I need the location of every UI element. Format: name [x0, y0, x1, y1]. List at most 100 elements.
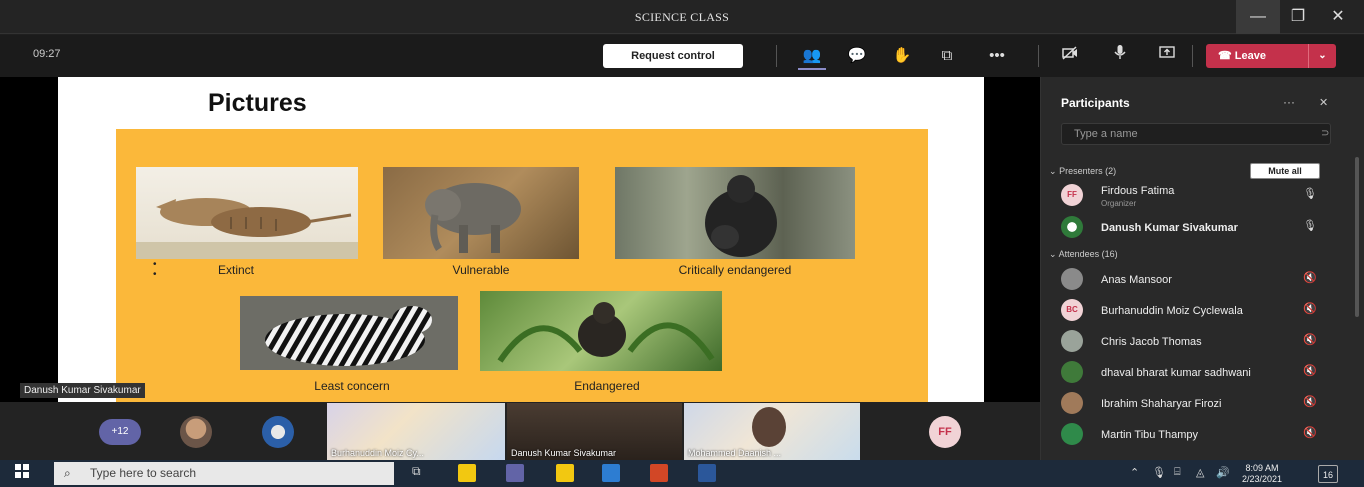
participant-row[interactable]: BC Burhanuddin Moiz Cyclewala 🔇 [1041, 296, 1341, 326]
presentation-slide: Pictures • • Extinct Vulnerable Critical… [58, 77, 984, 402]
caption-critically-endangered: Critically endangered [678, 263, 792, 277]
leave-label: ☎ Leave [1218, 50, 1266, 62]
endangered-animal-image [480, 291, 722, 371]
microphone-icon[interactable] [1106, 42, 1134, 70]
windows-start-icon[interactable] [12, 464, 32, 484]
panel-close-icon[interactable]: ✕ [1319, 96, 1328, 109]
slide-bullet: • [153, 269, 157, 280]
participant-initials-avatar[interactable]: FF [929, 416, 961, 448]
toolbar-divider [1192, 45, 1193, 67]
participant-avatar: BC [1061, 299, 1083, 321]
phone-hangup-icon: ☎ [1218, 50, 1232, 62]
mic-off-icon: 🔇 [1303, 427, 1317, 439]
more-actions-icon[interactable]: ••• [983, 42, 1011, 70]
participant-avatar[interactable] [180, 416, 212, 448]
microphone-icon: 🎙 [1303, 188, 1317, 200]
microphone-icon: 🎙 [1303, 220, 1317, 232]
attendees-section-header[interactable]: ⌄ Attendees (16) [1049, 249, 1118, 260]
participant-row[interactable]: Martin Tibu Thampy 🔇 [1041, 420, 1341, 450]
participant-name: dhaval bharat kumar sadhwani [1101, 367, 1251, 379]
participant-video-tile[interactable]: Mohammed Daanish ... [684, 403, 860, 460]
minimize-button[interactable]: — [1236, 0, 1280, 34]
chevron-down-icon: ⌄ [1049, 249, 1057, 259]
participant-role: Organizer [1101, 199, 1137, 208]
toolbar-divider [776, 45, 777, 67]
vulnerable-animal-image [383, 167, 579, 259]
participants-scrollbar[interactable] [1355, 157, 1359, 317]
panel-more-icon[interactable]: ··· [1283, 95, 1295, 109]
breakout-rooms-icon[interactable]: ⧉ [933, 42, 961, 70]
mic-off-icon: 🔇 [1303, 303, 1317, 315]
more-participants-badge[interactable]: +12 [99, 419, 141, 445]
share-screen-icon[interactable] [1153, 42, 1181, 70]
mute-all-button[interactable]: Mute all [1250, 163, 1320, 179]
request-control-button[interactable]: Request control [603, 44, 743, 68]
powerpoint-app-icon[interactable] [650, 464, 668, 482]
participant-row[interactable]: dhaval bharat kumar sadhwani 🔇 [1041, 358, 1341, 388]
participant-avatar: FF [1061, 184, 1083, 206]
clock-time: 8:09 AM [1245, 463, 1279, 473]
chat-icon[interactable]: 💬 [843, 42, 871, 70]
participant-row[interactable]: Chris Jacob Thomas 🔇 [1041, 327, 1341, 357]
close-window-button[interactable]: ✕ [1316, 0, 1360, 34]
notification-center-icon[interactable]: 16 [1318, 465, 1338, 483]
file-explorer-icon[interactable] [458, 464, 476, 482]
participant-video-tile[interactable]: Burhanuddin Moiz Cy... [327, 403, 505, 460]
participant-avatar [1061, 361, 1083, 383]
participant-video-tile[interactable]: Danush Kumar Sivakumar [507, 403, 682, 460]
participant-tile-name: Mohammed Daanish ... [688, 448, 782, 458]
mic-off-icon: 🔇 [1303, 272, 1317, 284]
leave-button[interactable]: ☎ Leave ⌄ [1206, 44, 1336, 68]
caption-least-concern: Least concern [314, 379, 390, 393]
participants-panel: Participants ··· ✕ Type a name ⊃ ⌄ Prese… [1040, 77, 1364, 460]
network-icon[interactable]: ⌸ [1174, 466, 1181, 479]
participants-panel-title: Participants [1061, 96, 1130, 110]
mic-off-icon: 🔇 [1303, 334, 1317, 346]
critically-endangered-animal-image [615, 167, 855, 259]
extinct-animal-image [136, 167, 358, 259]
volume-icon[interactable]: 🔊 [1216, 466, 1230, 479]
clock-date: 2/23/2021 [1242, 474, 1283, 484]
taskbar-search-input[interactable]: ⌕ Type here to search [54, 462, 394, 485]
raise-hand-icon[interactable]: ✋ [888, 42, 916, 70]
participant-video-face [752, 407, 786, 447]
maximize-button[interactable]: ❐ [1276, 0, 1320, 34]
participant-name: Danush Kumar Sivakumar [1101, 222, 1238, 234]
camera-off-icon[interactable] [1056, 42, 1084, 70]
participant-search-input[interactable]: Type a name [1061, 123, 1331, 145]
participant-name: Burhanuddin Moiz Cyclewala [1101, 305, 1243, 317]
participant-name: Martin Tibu Thampy [1101, 429, 1199, 441]
slide-title: Pictures [208, 89, 307, 117]
folder-icon[interactable] [556, 464, 574, 482]
participant-row[interactable]: Danush Kumar Sivakumar 🎙 [1041, 213, 1341, 243]
participant-row[interactable]: Anas Mansoor 🔇 [1041, 265, 1341, 295]
mic-off-icon: 🔇 [1303, 365, 1317, 377]
slide-image-panel: • • Extinct Vulnerable Critically endang… [116, 129, 928, 402]
leave-options-caret[interactable]: ⌄ [1308, 44, 1336, 68]
presenters-section-header[interactable]: ⌄ Presenters (2) [1049, 166, 1116, 177]
participant-avatar [1061, 330, 1083, 352]
participant-row[interactable]: Ibrahim Shaharyar Firozi 🔇 [1041, 389, 1341, 419]
search-icon: ⌕ [64, 466, 71, 480]
participants-icon[interactable]: 👥 [798, 42, 826, 70]
participant-row[interactable]: FF Firdous Fatima Organizer 🎙 [1041, 181, 1341, 211]
word-app-icon[interactable] [698, 464, 716, 482]
participant-name: Anas Mansoor [1101, 274, 1172, 286]
participant-name: Chris Jacob Thomas [1101, 336, 1202, 348]
microphone-tray-icon[interactable]: 🎙 [1152, 466, 1166, 479]
task-view-icon[interactable]: ⧉ [412, 464, 430, 482]
least-concern-animal-image [240, 296, 458, 370]
participant-tile-name: Burhanuddin Moiz Cy... [331, 448, 424, 458]
presenter-name-tag: Danush Kumar Sivakumar [20, 383, 145, 398]
tray-overflow-icon[interactable]: ⌃ [1130, 466, 1139, 479]
participant-avatar[interactable] [262, 416, 294, 448]
title-bar: SCIENCE CLASS — ❐ ✕ [0, 0, 1364, 34]
meeting-toolbar: 09:27 Request control 👥 💬 ✋ ⧉ ••• ☎ Leav… [0, 35, 1364, 77]
participant-avatar [1061, 216, 1083, 238]
teams-app-icon[interactable] [506, 464, 524, 482]
wifi-icon[interactable]: ◬ [1196, 466, 1204, 479]
taskbar-clock[interactable]: 8:09 AM 2/23/2021 [1242, 463, 1282, 485]
participant-tile-name: Danush Kumar Sivakumar [511, 448, 617, 458]
invite-link-icon[interactable]: ⊃ [1321, 128, 1329, 139]
photos-app-icon[interactable] [602, 464, 620, 482]
